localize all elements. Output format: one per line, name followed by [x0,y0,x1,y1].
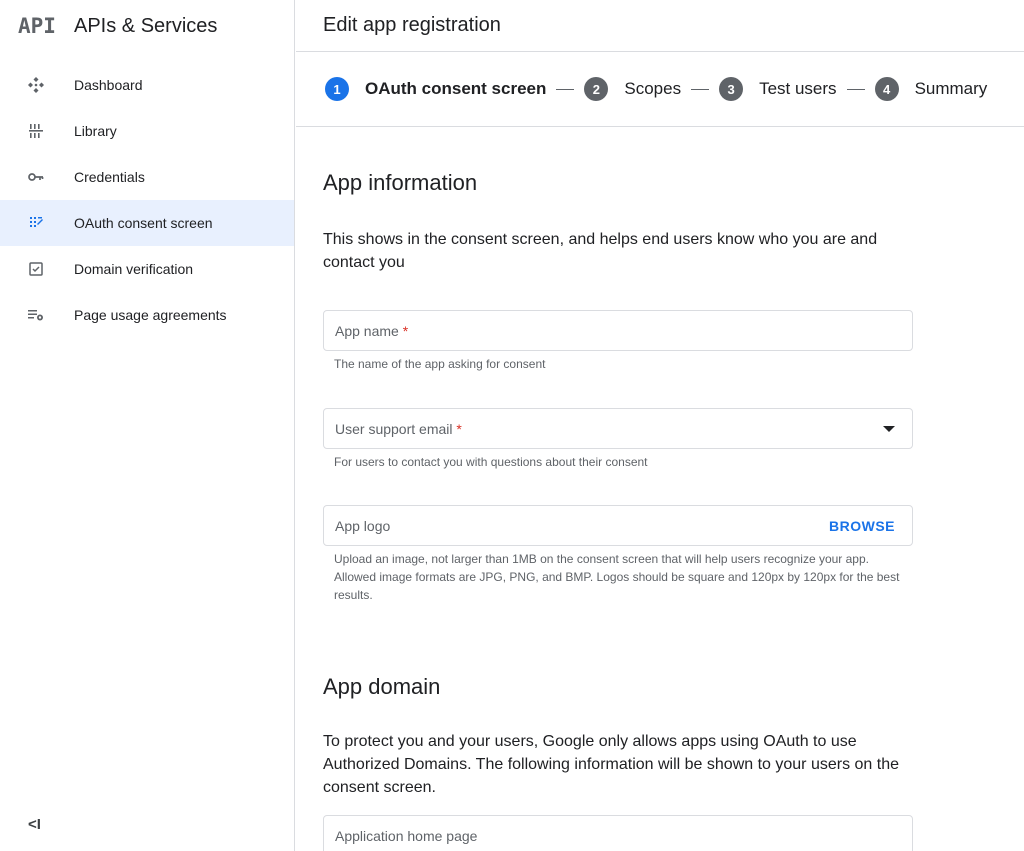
step-label: Scopes [624,79,682,98]
step-label: Summary [914,79,988,98]
field-label: Application home page [335,827,478,844]
step-number: 1 [325,77,349,101]
stepper: 1 OAuth consent screen 2 Scopes 3 Test u… [296,52,1024,127]
section-title-app-information: App information [323,170,478,195]
sidebar-item-domain-verification[interactable]: Domain verification [0,246,294,292]
sidebar-nav: Dashboard Library Credentials OAuth cons… [0,62,294,338]
step-number: 2 [584,77,609,101]
dashboard-icon [0,76,74,94]
settings-list-icon [0,306,74,324]
sidebar-item-label: Credentials [74,169,145,185]
library-icon [0,122,74,140]
application-home-page-input[interactable]: Application home page [323,815,913,851]
sidebar-item-library[interactable]: Library [0,108,294,154]
field-hint: For users to contact you with questions … [334,455,648,469]
sidebar-item-label: Dashboard [74,77,143,93]
section-description: This shows in the consent screen, and he… [323,231,878,271]
step-separator [846,88,865,90]
sidebar-item-label: Page usage agreements [74,307,227,323]
step-separator [556,88,575,90]
dropdown-arrow-icon [883,425,895,432]
sidebar-item-label: OAuth consent screen [74,215,213,231]
required-marker: * [402,322,409,339]
sidebar-item-dashboard[interactable]: Dashboard [0,62,294,108]
collapse-sidebar-button[interactable]: <I [28,816,41,833]
step-number: 3 [719,77,744,101]
step-oauth-consent-screen[interactable]: 1 OAuth consent screen [325,77,546,101]
sidebar-item-credentials[interactable]: Credentials [0,154,294,200]
key-icon [0,168,74,186]
step-test-users[interactable]: 3 Test users [719,77,837,101]
app-logo-field[interactable]: App logo BROWSE [323,505,913,546]
step-label: OAuth consent screen [365,79,547,98]
step-summary[interactable]: 4 Summary [874,77,988,101]
sidebar-header: API APIs & Services [0,0,294,52]
step-number: 4 [874,77,899,101]
main-content: Edit app registration 1 OAuth consent sc… [296,0,1024,851]
step-separator [691,88,710,90]
page-title: Edit app registration [296,0,1024,52]
sidebar-item-label: Domain verification [74,261,194,277]
required-marker: * [456,420,462,437]
user-support-email-select[interactable]: User support email * [323,408,913,449]
field-label: User support email * [335,420,462,437]
step-label: Test users [759,79,837,98]
checkbox-icon [0,260,74,278]
field-label: App logo [335,517,391,534]
form-content: App information This shows in the consen… [296,170,913,851]
consent-icon [0,214,74,232]
sidebar-item-page-usage-agreements[interactable]: Page usage agreements [0,292,294,338]
field-hint: The name of the app asking for consent [334,357,546,371]
app-name-input[interactable]: App name * [323,310,913,351]
sidebar-item-oauth-consent-screen[interactable]: OAuth consent screen [0,200,294,246]
sidebar-item-label: Library [74,123,117,139]
section-title-app-domain: App domain [323,674,441,699]
step-scopes[interactable]: 2 Scopes [584,77,681,101]
sidebar: API APIs & Services Dashboard Library Cr… [0,0,295,851]
field-hint: Upload an image, not larger than 1MB on … [334,552,900,602]
sidebar-title: APIs & Services [74,14,218,37]
browse-button[interactable]: BROWSE [829,518,895,534]
field-label: App name * [335,322,409,339]
api-logo: API [18,14,56,38]
section-description: To protect you and your users, Google on… [323,733,899,796]
